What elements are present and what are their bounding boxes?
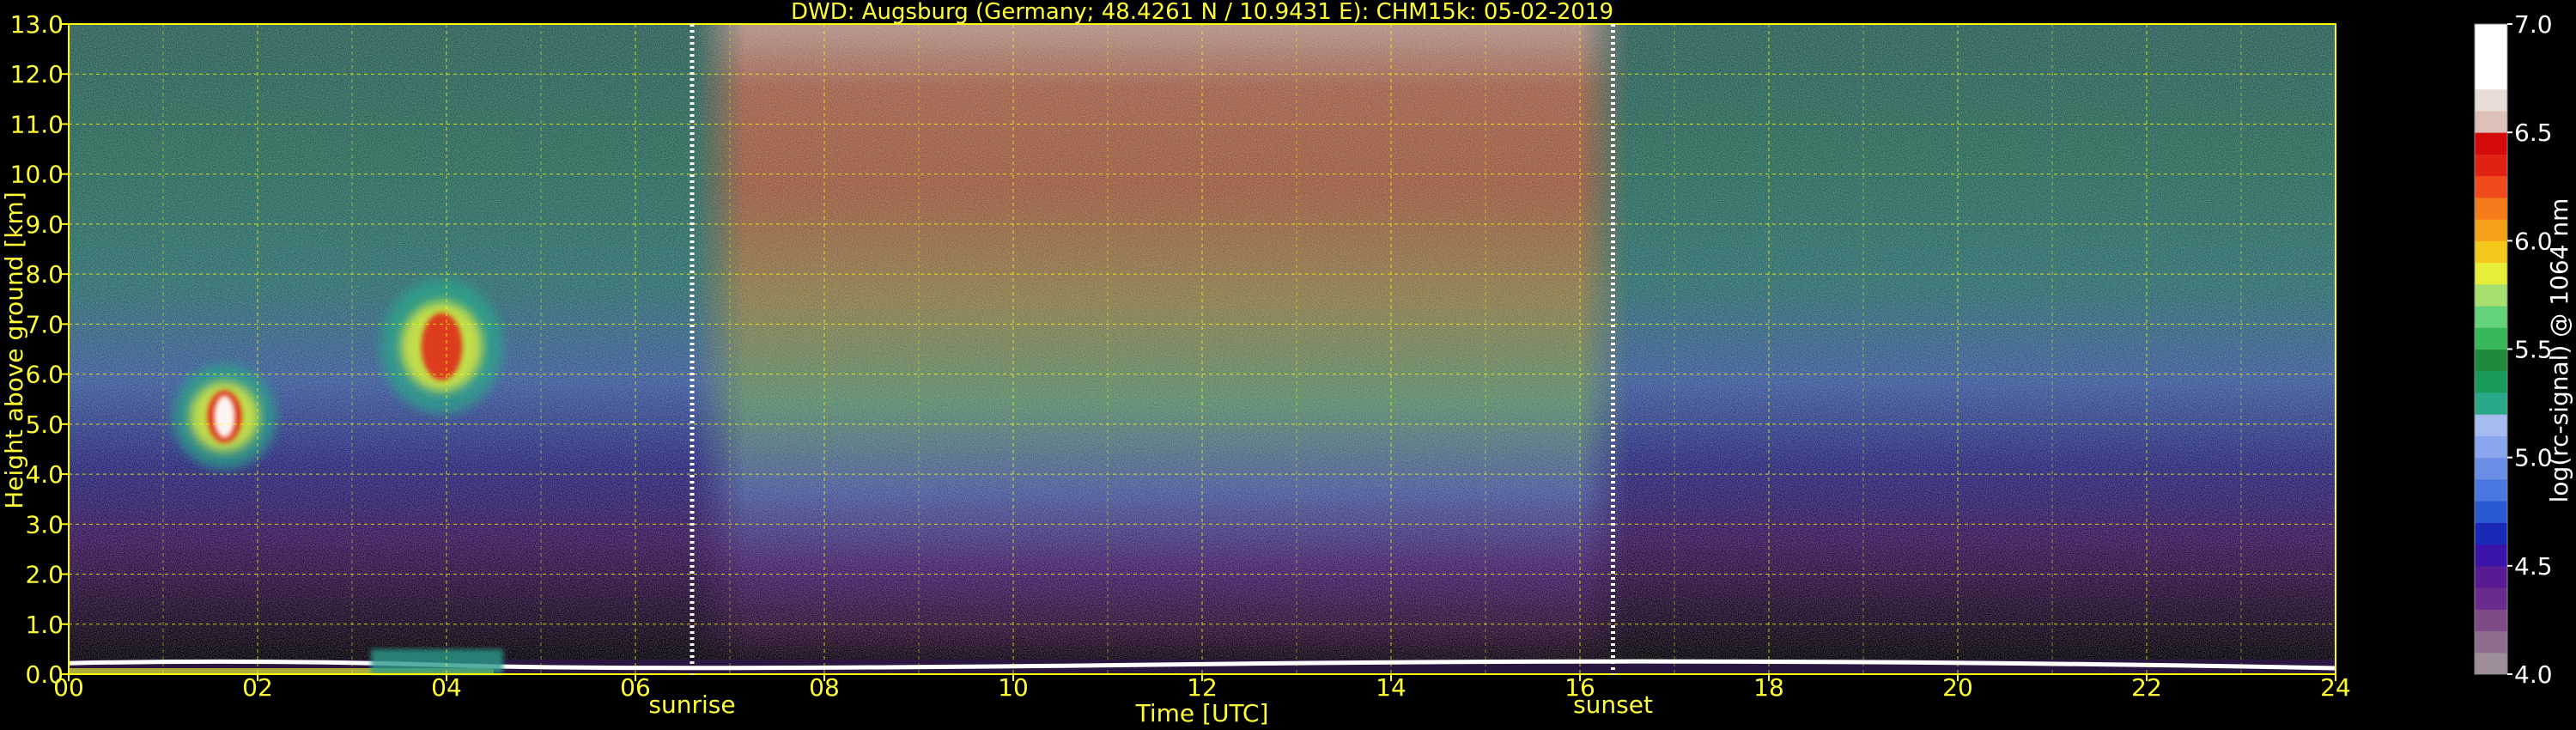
x-axis-label: Time [UTC] <box>1135 699 1269 727</box>
y-tick-label: 8.0 <box>25 260 64 289</box>
colorbar-label: log(rc-signal) @ 1064 nm <box>2545 198 2573 503</box>
colorbar-segment <box>2475 262 2507 285</box>
colorbar-tick-label: 7.0 <box>2514 10 2553 39</box>
colorbar-tick-label: 4.0 <box>2514 660 2553 689</box>
x-tick-label: 10 <box>998 673 1029 702</box>
colorbar-segment <box>2475 219 2507 241</box>
colorbar-segment <box>2475 240 2507 264</box>
y-tick-label: 4.0 <box>25 460 64 489</box>
colorbar-segment <box>2475 306 2507 328</box>
colorbar-segment <box>2475 197 2507 220</box>
x-tick-label: 08 <box>809 673 840 702</box>
colorbar-segment <box>2475 478 2507 502</box>
x-tick-label: 24 <box>2320 673 2351 702</box>
colorbar-segment <box>2475 46 2507 68</box>
colorbar-segment <box>2475 392 2507 415</box>
x-tick-label: 14 <box>1376 673 1406 702</box>
x-tick-label: 22 <box>2131 673 2162 702</box>
colorbar-segment <box>2475 283 2507 307</box>
marker-label-sunrise: sunrise <box>648 690 735 719</box>
y-tick-label: 13.0 <box>10 10 64 39</box>
colorbar-segment <box>2475 154 2507 177</box>
y-tick-label: 0.0 <box>25 660 64 689</box>
x-tick-label: 04 <box>431 673 462 702</box>
colorbar-tick-label: 4.5 <box>2514 552 2553 581</box>
y-tick-label: 5.0 <box>25 411 64 439</box>
colorbar-segment <box>2475 132 2507 155</box>
colorbar-segment <box>2475 587 2507 610</box>
y-tick-label: 12.0 <box>10 60 64 88</box>
y-axis-label: Height above ground [km] <box>0 192 28 509</box>
colorbar-segment <box>2475 501 2507 523</box>
colorbar-segment <box>2475 652 2507 675</box>
ceilometer-figure: sunrise sunset 00 02 04 06 08 10 12 14 16 18 20 22 24… <box>0 0 2573 727</box>
x-tick-label: 06 <box>620 673 651 702</box>
x-tick-label: 20 <box>1942 673 1973 702</box>
y-tick-label: 9.0 <box>25 210 64 239</box>
y-tick-label: 6.0 <box>25 361 64 389</box>
x-tick-label: 02 <box>242 673 273 702</box>
colorbar-segment <box>2475 67 2507 90</box>
y-tick-label: 11.0 <box>10 110 64 138</box>
colorbar-segment <box>2475 110 2507 133</box>
colorbar-segment <box>2475 435 2507 459</box>
colorbar-segment <box>2475 327 2507 350</box>
y-tick-label: 2.0 <box>25 561 64 589</box>
cloud-layer-0 <box>173 363 276 470</box>
y-tick-label: 10.0 <box>10 161 64 189</box>
colorbar-segment <box>2475 24 2507 46</box>
colorbar-segment <box>2475 457 2507 480</box>
colorbar-segment <box>2475 630 2507 654</box>
colorbar-segment <box>2475 609 2507 632</box>
colorbar-segment <box>2475 349 2507 372</box>
x-tick-label: 16 <box>1564 673 1595 702</box>
x-tick-label: 18 <box>1753 673 1784 702</box>
cloud-peak <box>214 395 235 438</box>
y-tick-label: 7.0 <box>25 310 64 338</box>
colorbar-segment <box>2475 175 2507 198</box>
x-tick-label: 12 <box>1187 673 1218 702</box>
y-tick-label: 3.0 <box>25 510 64 538</box>
cloud-layer-1 <box>380 278 503 415</box>
y-tick-label: 1.0 <box>25 611 64 639</box>
colorbar-segment <box>2475 565 2507 588</box>
chart-title: DWD: Augsburg (Germany; 48.4261 N / 10.9… <box>791 0 1613 25</box>
colorbar: 4.04.55.05.56.06.57.0 <box>2474 10 2553 689</box>
surface-aerosol <box>371 648 503 674</box>
colorbar-segment <box>2475 544 2507 567</box>
colorbar-segment <box>2475 414 2507 436</box>
cloud-core <box>421 313 463 380</box>
colorbar-tick-label: 6.5 <box>2514 119 2553 147</box>
colorbar-segment <box>2475 370 2507 393</box>
colorbar-segment <box>2475 522 2507 545</box>
colorbar-segment <box>2475 88 2507 112</box>
